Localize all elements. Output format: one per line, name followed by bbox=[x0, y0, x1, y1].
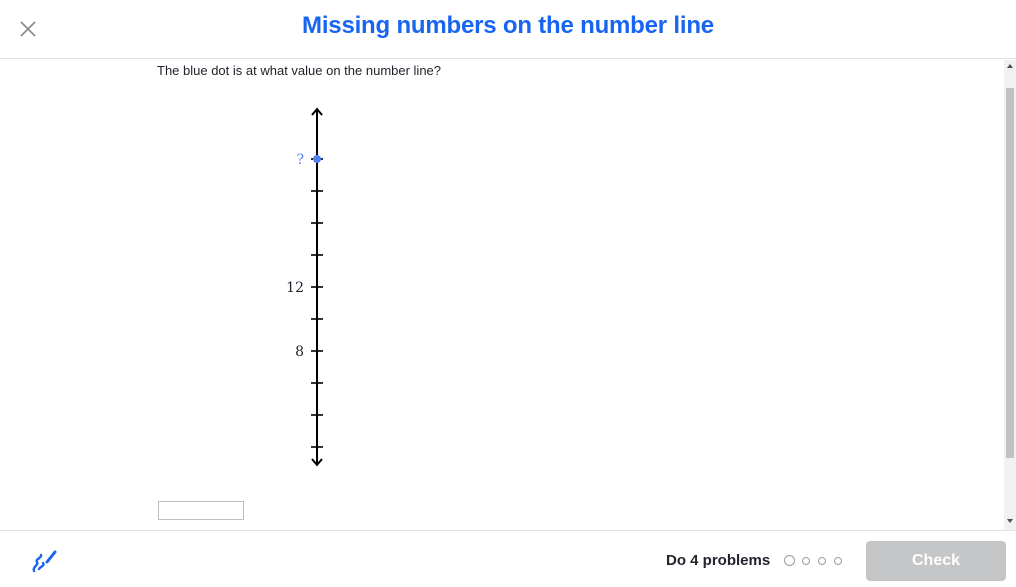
unknown-label: ? bbox=[296, 152, 304, 168]
exercise-content: The blue dot is at what value on the num… bbox=[0, 60, 1004, 530]
scroll-down-arrow-icon[interactable] bbox=[1006, 518, 1014, 524]
progress-dot bbox=[802, 557, 810, 565]
progress-dot bbox=[834, 557, 842, 565]
progress-dot bbox=[784, 555, 795, 566]
tick-label: 8 bbox=[295, 344, 304, 360]
scrollbar-thumb[interactable] bbox=[1006, 88, 1014, 458]
progress-dot bbox=[818, 557, 826, 565]
page-title: Missing numbers on the number line bbox=[302, 12, 714, 39]
answer-input[interactable] bbox=[158, 501, 244, 520]
check-button[interactable]: Check bbox=[866, 541, 1006, 581]
scrollbar[interactable] bbox=[1004, 60, 1016, 530]
tick-label: 12 bbox=[286, 280, 304, 296]
exercise-footer: Do 4 problems Check bbox=[0, 530, 1016, 587]
exercise-header: Missing numbers on the number line bbox=[0, 0, 1016, 59]
blue-dot bbox=[313, 155, 321, 163]
scratchpad-pencil-icon[interactable] bbox=[30, 547, 58, 575]
progress-label: Do 4 problems bbox=[666, 552, 771, 569]
scroll-up-arrow-icon[interactable] bbox=[1006, 63, 1014, 69]
number-line: 12 8? bbox=[286, 107, 323, 467]
